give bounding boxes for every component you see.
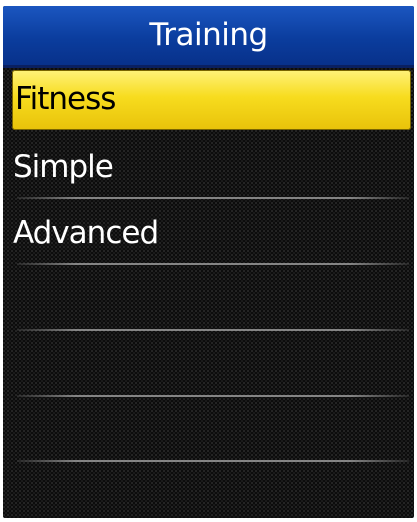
menu-item-empty (3, 401, 414, 463)
page-title: Training (149, 17, 268, 53)
menu-divider (17, 263, 409, 265)
menu-item-empty (3, 269, 414, 331)
menu-item-fitness[interactable]: Fitness (12, 70, 411, 130)
menu-item-advanced[interactable]: Advanced (3, 203, 414, 265)
training-menu: Fitness Simple Advanced (3, 68, 414, 518)
menu-item-empty (3, 466, 414, 518)
menu-item-label: Advanced (13, 215, 159, 251)
device-frame: Training Fitness Simple Advanced (0, 0, 417, 522)
menu-divider (17, 329, 409, 331)
menu-item-simple[interactable]: Simple (3, 137, 414, 199)
menu-item-label: Simple (13, 149, 114, 185)
menu-divider (17, 395, 409, 397)
menu-divider (17, 460, 409, 462)
title-bar: Training (3, 6, 414, 68)
menu-divider (17, 197, 409, 199)
menu-item-empty (3, 335, 414, 397)
menu-item-label: Fitness (15, 81, 116, 117)
device-screen: Training Fitness Simple Advanced (3, 6, 414, 518)
